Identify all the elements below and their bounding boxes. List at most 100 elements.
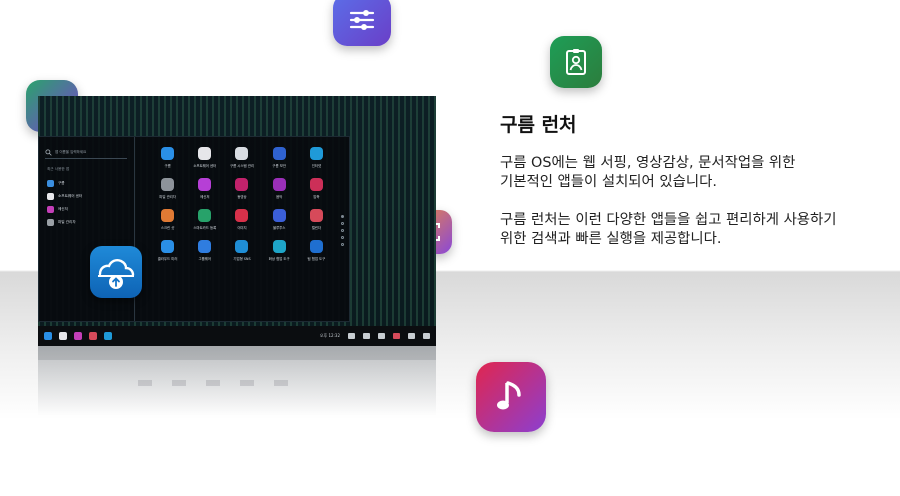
app-icon: [47, 193, 54, 200]
user-icon[interactable]: [423, 333, 430, 339]
page-dot[interactable]: [341, 222, 344, 225]
app-icon: [161, 178, 175, 191]
app-icon: [272, 240, 286, 253]
description-line: 구름 런처는 이런 다양한 앱들을 쉽고 편리하게 사용하기: [500, 212, 837, 228]
app-icon: [272, 147, 286, 160]
app-label: 팀 협업 도구: [307, 257, 326, 261]
app-grid-item[interactable]: 블루투스: [261, 209, 298, 230]
app-grid: 구름 소프트웨어 센터 구름 시스템 관리 구름 보안 인터넷파일 관리자 메신저 동영상 음…: [149, 147, 335, 261]
app-label: 스마트카드 등록: [193, 226, 217, 230]
app-icon: [47, 180, 54, 187]
recent-app-label: 소프트웨어 센터: [58, 194, 83, 198]
app-label: 음악: [276, 195, 283, 199]
app-grid-item[interactable]: 스크린 샷: [149, 209, 186, 230]
description-line: 구름 OS에는 웹 서핑, 영상감상, 문서작업을 위한: [500, 155, 796, 171]
app-grid-item[interactable]: 음악: [261, 178, 298, 199]
taskbar-app-icon[interactable]: [44, 332, 52, 340]
network-icon[interactable]: [378, 333, 385, 339]
taskbar: 오후 12:32: [38, 326, 436, 346]
app-icon: [235, 240, 249, 253]
app-label: 화상 협업 도구: [268, 257, 290, 261]
app-label: 파일 관리자: [159, 195, 176, 199]
app-launcher: 앱 이름을 입력하세요 최근 사용한 앱 구름 소프트웨어 센터 메신저 파일 관리자…: [38, 136, 350, 322]
app-label: 이미지: [237, 226, 247, 230]
app-grid-item[interactable]: 인터넷: [298, 147, 335, 168]
recent-apps-label: 최근 사용한 앱: [47, 167, 70, 171]
id-badge-icon: [550, 36, 602, 88]
app-icon: [198, 147, 212, 160]
app-grid-item[interactable]: 클라우드 미러: [149, 240, 186, 261]
app-icon: [309, 209, 323, 222]
app-grid-item[interactable]: 구름: [149, 147, 186, 168]
app-icon: [198, 178, 212, 191]
app-grid-item[interactable]: 압축: [298, 178, 335, 199]
app-icon: [235, 147, 249, 160]
keyboard-icon[interactable]: [348, 333, 355, 339]
app-icon: [309, 240, 323, 253]
launcher-search-input[interactable]: 앱 이름을 입력하세요: [45, 147, 127, 159]
app-icon: [235, 209, 249, 222]
taskbar-clock[interactable]: 오후 12:32: [320, 333, 340, 339]
app-icon: [235, 178, 249, 191]
app-grid-item[interactable]: 구름 보안: [261, 147, 298, 168]
search-placeholder: 앱 이름을 입력하세요: [55, 150, 87, 154]
app-grid-item[interactable]: 기업형 SNS: [223, 240, 260, 261]
app-grid-item[interactable]: 메신저: [186, 178, 223, 199]
app-label: 그룹웨어: [198, 257, 212, 261]
app-grid-item[interactable]: 화상 협업 도구: [261, 240, 298, 261]
system-tray: 오후 12:32: [320, 333, 430, 339]
app-grid-item[interactable]: 파일 관리자: [149, 178, 186, 199]
app-label: 구름: [164, 164, 171, 168]
taskbar-pinned-apps: [44, 332, 112, 340]
app-icon: [198, 209, 212, 222]
app-grid-item[interactable]: 소프트웨어 센터: [186, 147, 223, 168]
app-grid-item[interactable]: 그룹웨어: [186, 240, 223, 261]
app-icon: [309, 147, 323, 160]
page-dot[interactable]: [341, 229, 344, 232]
recent-app-label: 메신저: [58, 207, 68, 211]
recent-app-item[interactable]: 구름: [47, 177, 82, 190]
search-icon: [45, 149, 52, 156]
music-note-icon: [476, 362, 546, 432]
recent-app-item[interactable]: 메신저: [47, 203, 82, 216]
page-dot[interactable]: [341, 243, 344, 246]
feature-title: 구름 런처: [500, 114, 577, 136]
recent-app-item[interactable]: 소프트웨어 센터: [47, 190, 82, 203]
app-label: 캘린더: [311, 226, 322, 230]
app-icon: [161, 209, 175, 222]
app-label: 소프트웨어 센터: [193, 164, 217, 168]
page-dot[interactable]: [341, 215, 344, 218]
app-icon: [161, 147, 175, 160]
app-grid-item[interactable]: 동영상: [223, 178, 260, 199]
app-label: 블루투스: [272, 226, 286, 230]
app-icon: [309, 178, 323, 191]
app-label: 구름 시스템 관리: [229, 164, 254, 168]
app-icon: [161, 240, 175, 253]
app-grid-item[interactable]: 이미지: [223, 209, 260, 230]
app-label: 클라우드 미러: [157, 257, 178, 261]
battery-icon[interactable]: [393, 333, 400, 339]
taskbar-app-icon[interactable]: [59, 332, 67, 340]
os-screenshot: 앱 이름을 입력하세요 최근 사용한 앱 구름 소프트웨어 센터 메신저 파일 관리자…: [38, 96, 436, 346]
app-icon: [47, 219, 54, 226]
taskbar-app-icon[interactable]: [89, 332, 97, 340]
screenshot-reflection: [38, 346, 436, 416]
app-grid-item[interactable]: 캘린더: [298, 209, 335, 230]
app-label: 동영상: [237, 195, 247, 199]
description-line: 위한 검색과 빠른 실행을 제공합니다.: [500, 231, 722, 247]
taskbar-app-icon[interactable]: [104, 332, 112, 340]
page-indicator[interactable]: [341, 215, 344, 246]
gooroom-launcher-icon[interactable]: [90, 246, 142, 298]
volume-icon[interactable]: [363, 333, 370, 339]
feature-description-1: 구름 OS에는 웹 서핑, 영상감상, 문서작업을 위한 기본적인 앱들이 설치…: [500, 154, 890, 192]
taskbar-app-icon[interactable]: [74, 332, 82, 340]
page-dot[interactable]: [341, 236, 344, 239]
app-grid-item[interactable]: 구름 시스템 관리: [223, 147, 260, 168]
app-grid-item[interactable]: 팀 협업 도구: [298, 240, 335, 261]
app-label: 인터넷: [311, 164, 322, 168]
recent-app-item[interactable]: 파일 관리자: [47, 216, 82, 229]
app-label: 기업형 SNS: [233, 257, 251, 261]
app-grid-item[interactable]: 스마트카드 등록: [186, 209, 223, 230]
recent-app-label: 구름: [58, 181, 65, 185]
notification-icon[interactable]: [408, 333, 415, 339]
